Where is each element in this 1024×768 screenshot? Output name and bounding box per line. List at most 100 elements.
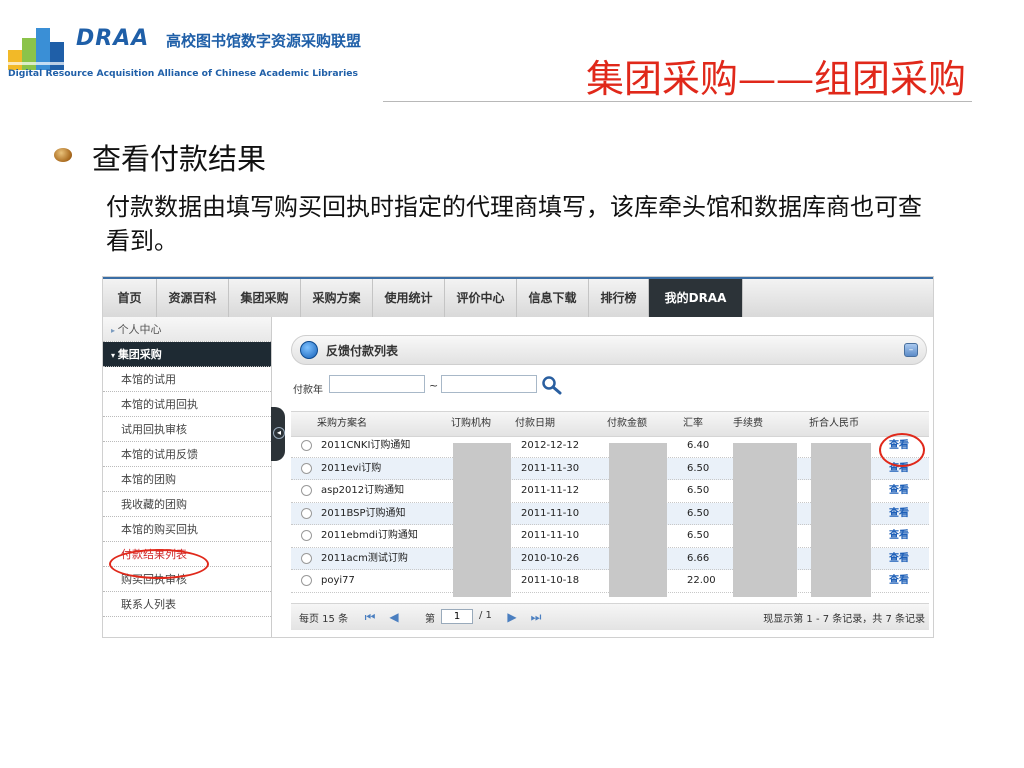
panel-collapse-button[interactable]: – <box>904 343 918 357</box>
view-link[interactable]: 查看 <box>889 503 909 525</box>
bullet-heading: 查看付款结果 <box>92 142 267 176</box>
draa-app-screenshot: 首页 资源百科 集团采购 采购方案 使用统计 评价中心 信息下载 排行榜 我的D… <box>102 276 934 638</box>
cell-exchange-rate: 6.40 <box>687 440 710 451</box>
cell-payment-date: 2011-10-18 <box>521 575 580 586</box>
cell-payment-date: 2011-11-10 <box>521 507 580 519</box>
cell-plan-name: poyi77 <box>321 575 355 586</box>
page-number-input[interactable] <box>441 609 473 624</box>
redacted-institution-column <box>453 443 511 597</box>
redacted-rmb-column <box>811 443 871 597</box>
nav-downloads[interactable]: 信息下载 <box>517 279 589 317</box>
col-payment-amount: 付款金额 <box>607 418 647 429</box>
per-page-label: 每页 15 条 <box>299 614 349 625</box>
nav-group-purchase[interactable]: 集团采购 <box>229 279 301 317</box>
view-link[interactable]: 查看 <box>889 480 909 502</box>
sidebar-item-favorites[interactable]: 我收藏的团购 <box>103 492 271 517</box>
row-radio[interactable] <box>301 440 312 451</box>
panel-bullet-icon <box>300 341 318 359</box>
payment-year-label: 付款年 <box>293 385 323 396</box>
redacted-fee-column <box>733 443 797 597</box>
cell-exchange-rate: 6.66 <box>687 552 710 564</box>
col-rmb: 折合人民币 <box>809 418 859 429</box>
col-plan-name: 采购方案名 <box>317 418 367 429</box>
cell-payment-date: 2011-11-30 <box>521 462 580 474</box>
search-icon[interactable] <box>541 375 563 395</box>
row-radio[interactable] <box>301 485 312 496</box>
cell-plan-name: 2011evi订购 <box>321 462 382 474</box>
view-link[interactable]: 查看 <box>889 548 909 570</box>
range-separator: ~ <box>429 379 439 392</box>
next-page-icon[interactable]: ▶ <box>503 608 521 626</box>
sidebar-collapse-toggle[interactable]: ◂ <box>271 407 285 461</box>
row-radio[interactable] <box>301 575 312 586</box>
nav-home[interactable]: 首页 <box>103 279 157 317</box>
draa-name-cn: 高校图书馆数字资源采购联盟 <box>166 32 362 50</box>
cell-exchange-rate: 6.50 <box>687 507 710 519</box>
top-nav: 首页 资源百科 集团采购 采购方案 使用统计 评价中心 信息下载 排行榜 我的D… <box>103 277 933 317</box>
last-page-icon[interactable]: ⏭ <box>527 608 545 626</box>
cell-exchange-rate: 22.00 <box>687 575 716 586</box>
sidebar-item-trials[interactable]: 本馆的试用 <box>103 367 271 392</box>
first-page-icon[interactable]: ⏮ <box>361 608 379 626</box>
draa-tagline: Digital Resource Acquisition Alliance of… <box>8 68 358 79</box>
table-header: 采购方案名 订购机构 付款日期 付款金额 汇率 手续费 折合人民币 <box>291 411 929 437</box>
col-payment-date: 付款日期 <box>515 418 555 429</box>
cell-payment-date: 2011-11-12 <box>521 485 580 496</box>
view-link[interactable]: 查看 <box>889 570 909 592</box>
sidebar-section-personal[interactable]: ▸ 个人中心 <box>103 317 271 342</box>
nav-usage-stats[interactable]: 使用统计 <box>373 279 445 317</box>
chevron-down-icon: ▾ <box>111 351 118 360</box>
payment-year-from-input[interactable] <box>329 375 425 393</box>
col-institution: 订购机构 <box>451 418 491 429</box>
record-summary: 现显示第 1 - 7 条记录，共 7 条记录 <box>763 614 925 625</box>
panel-title: 反馈付款列表 <box>326 344 399 358</box>
row-radio[interactable] <box>301 552 312 564</box>
nav-evaluation[interactable]: 评价中心 <box>445 279 517 317</box>
cell-plan-name: 2011BSP订购通知 <box>321 507 406 519</box>
highlight-ring-payment-results <box>109 549 209 579</box>
sidebar-item-purchase-receipts[interactable]: 本馆的购买回执 <box>103 517 271 542</box>
page-total: / 1 <box>479 610 492 621</box>
sidebar: ▸ 个人中心 ▾ 集团采购 本馆的试用 本馆的试用回执 试用回执审核 本馆的试用… <box>103 317 272 637</box>
title-divider <box>383 101 972 102</box>
prev-page-icon[interactable]: ◀ <box>385 608 403 626</box>
panel-header: 反馈付款列表 – <box>291 335 927 365</box>
row-radio[interactable] <box>301 462 312 474</box>
cell-payment-date: 2012-12-12 <box>521 440 580 451</box>
page-prefix: 第 <box>425 614 435 625</box>
col-fee: 手续费 <box>733 418 763 429</box>
slide-title: 集团采购——组团采购 <box>585 57 966 101</box>
sidebar-item-trial-receipt-review[interactable]: 试用回执审核 <box>103 417 271 442</box>
nav-ranking[interactable]: 排行榜 <box>589 279 649 317</box>
sidebar-section-group-label: 集团采购 <box>117 348 162 361</box>
sidebar-item-group-buys[interactable]: 本馆的团购 <box>103 467 271 492</box>
pagination-bar: 每页 15 条 ⏮ ◀ 第 / 1 ▶ ⏭ 现显示第 1 - 7 条记录，共 7… <box>291 603 929 630</box>
cell-payment-date: 2011-11-10 <box>521 530 580 541</box>
bullet-icon <box>54 148 72 162</box>
nav-my-draa[interactable]: 我的DRAA <box>649 279 743 317</box>
nav-purchase-plan[interactable]: 采购方案 <box>301 279 373 317</box>
cell-exchange-rate: 6.50 <box>687 530 710 541</box>
cell-payment-date: 2010-10-26 <box>521 552 580 564</box>
sidebar-section-group-purchase[interactable]: ▾ 集团采购 <box>103 342 271 367</box>
row-radio[interactable] <box>301 530 312 541</box>
cell-plan-name: 2011CNKI订购通知 <box>321 440 411 451</box>
cell-exchange-rate: 6.50 <box>687 462 710 474</box>
sidebar-item-contacts[interactable]: 联系人列表 <box>103 592 271 617</box>
sidebar-item-trial-feedback[interactable]: 本馆的试用反馈 <box>103 442 271 467</box>
draa-logo-mark-icon <box>8 28 66 70</box>
payment-year-to-input[interactable] <box>441 375 537 393</box>
redacted-amount-column <box>609 443 667 597</box>
draa-brand-text: DRAA <box>76 26 150 51</box>
draa-logo: DRAA 高校图书馆数字资源采购联盟 Digital Resource Acqu… <box>8 24 408 88</box>
cell-plan-name: asp2012订购通知 <box>321 485 405 496</box>
sidebar-item-trial-receipts[interactable]: 本馆的试用回执 <box>103 392 271 417</box>
highlight-ring-view <box>879 433 925 467</box>
nav-resources[interactable]: 资源百科 <box>157 279 229 317</box>
cell-exchange-rate: 6.50 <box>687 485 710 496</box>
row-radio[interactable] <box>301 507 312 519</box>
sidebar-section-personal-label: 个人中心 <box>117 323 162 336</box>
cell-plan-name: 2011ebmdi订购通知 <box>321 530 418 541</box>
col-exchange-rate: 汇率 <box>683 418 703 429</box>
view-link[interactable]: 查看 <box>889 525 909 547</box>
